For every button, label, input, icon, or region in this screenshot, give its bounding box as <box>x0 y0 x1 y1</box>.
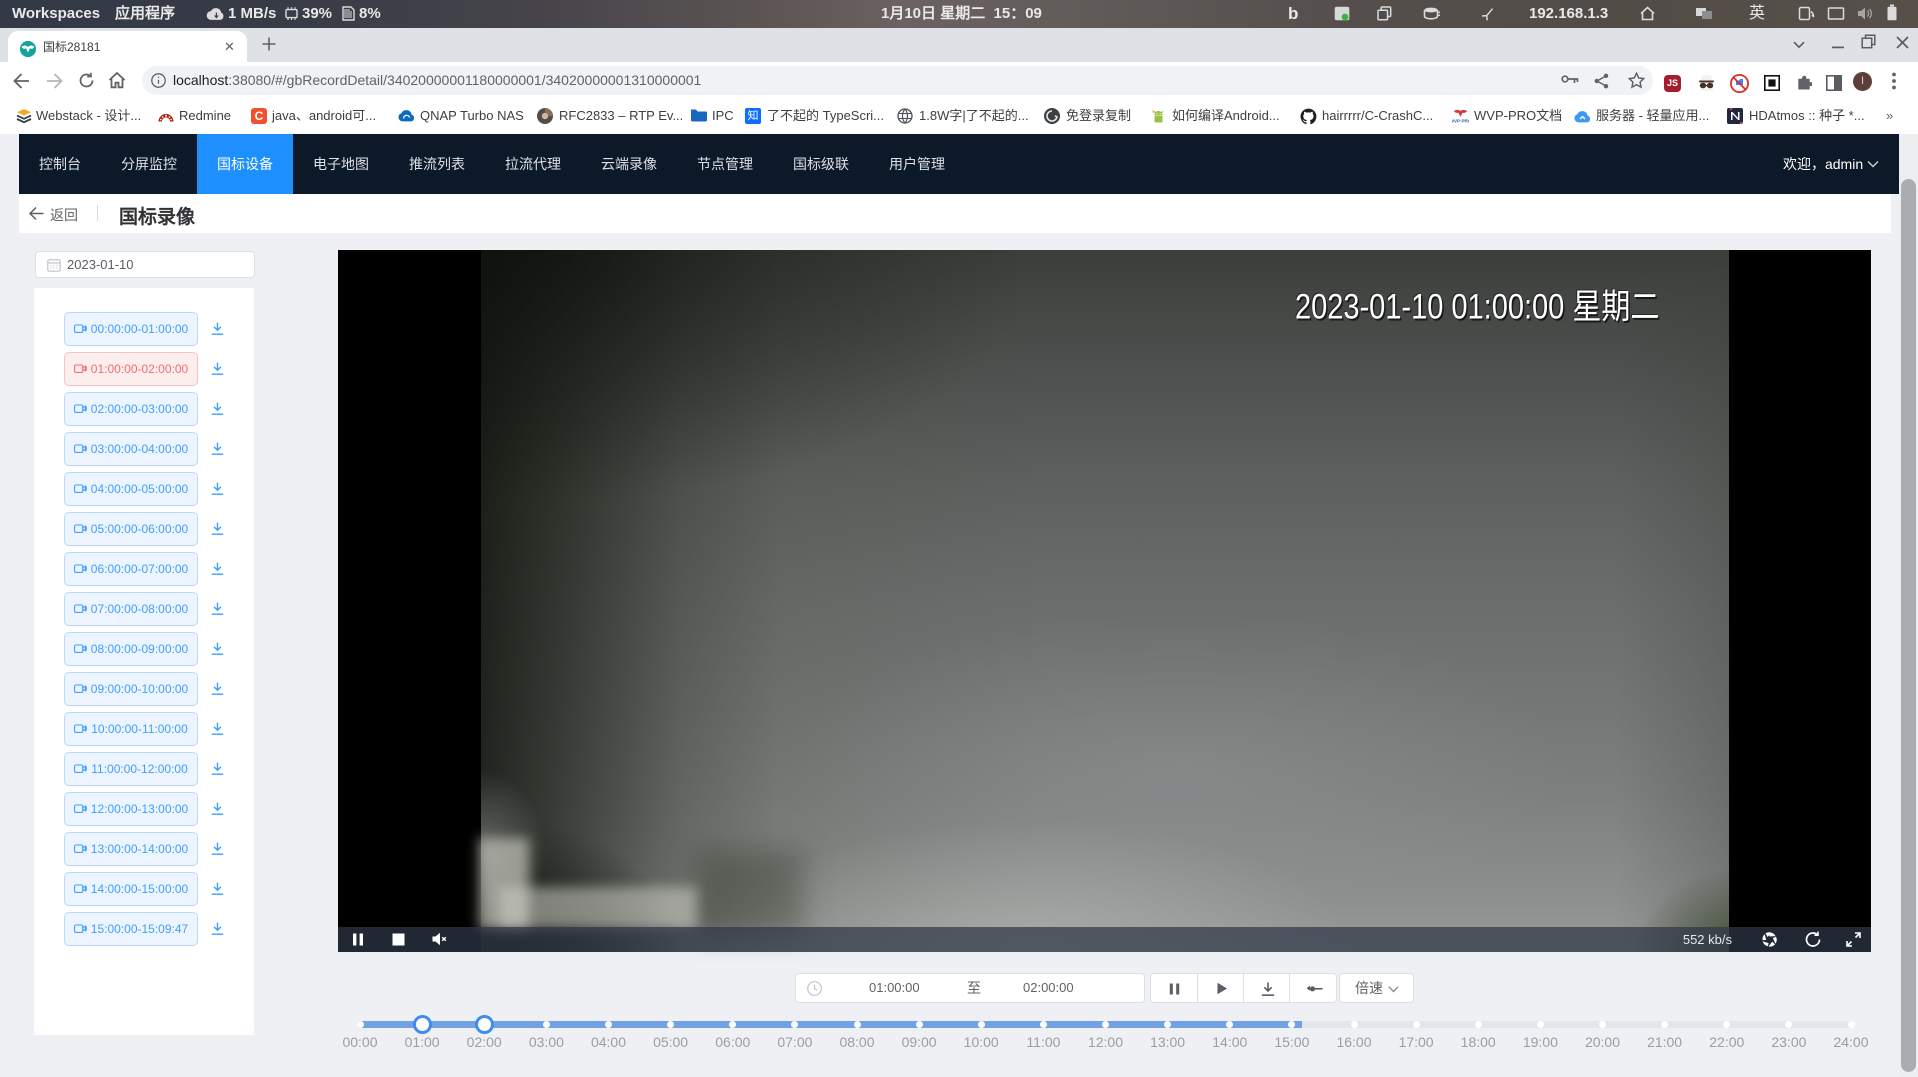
svg-text:WVP·PRO: WVP·PRO <box>1452 119 1469 124</box>
